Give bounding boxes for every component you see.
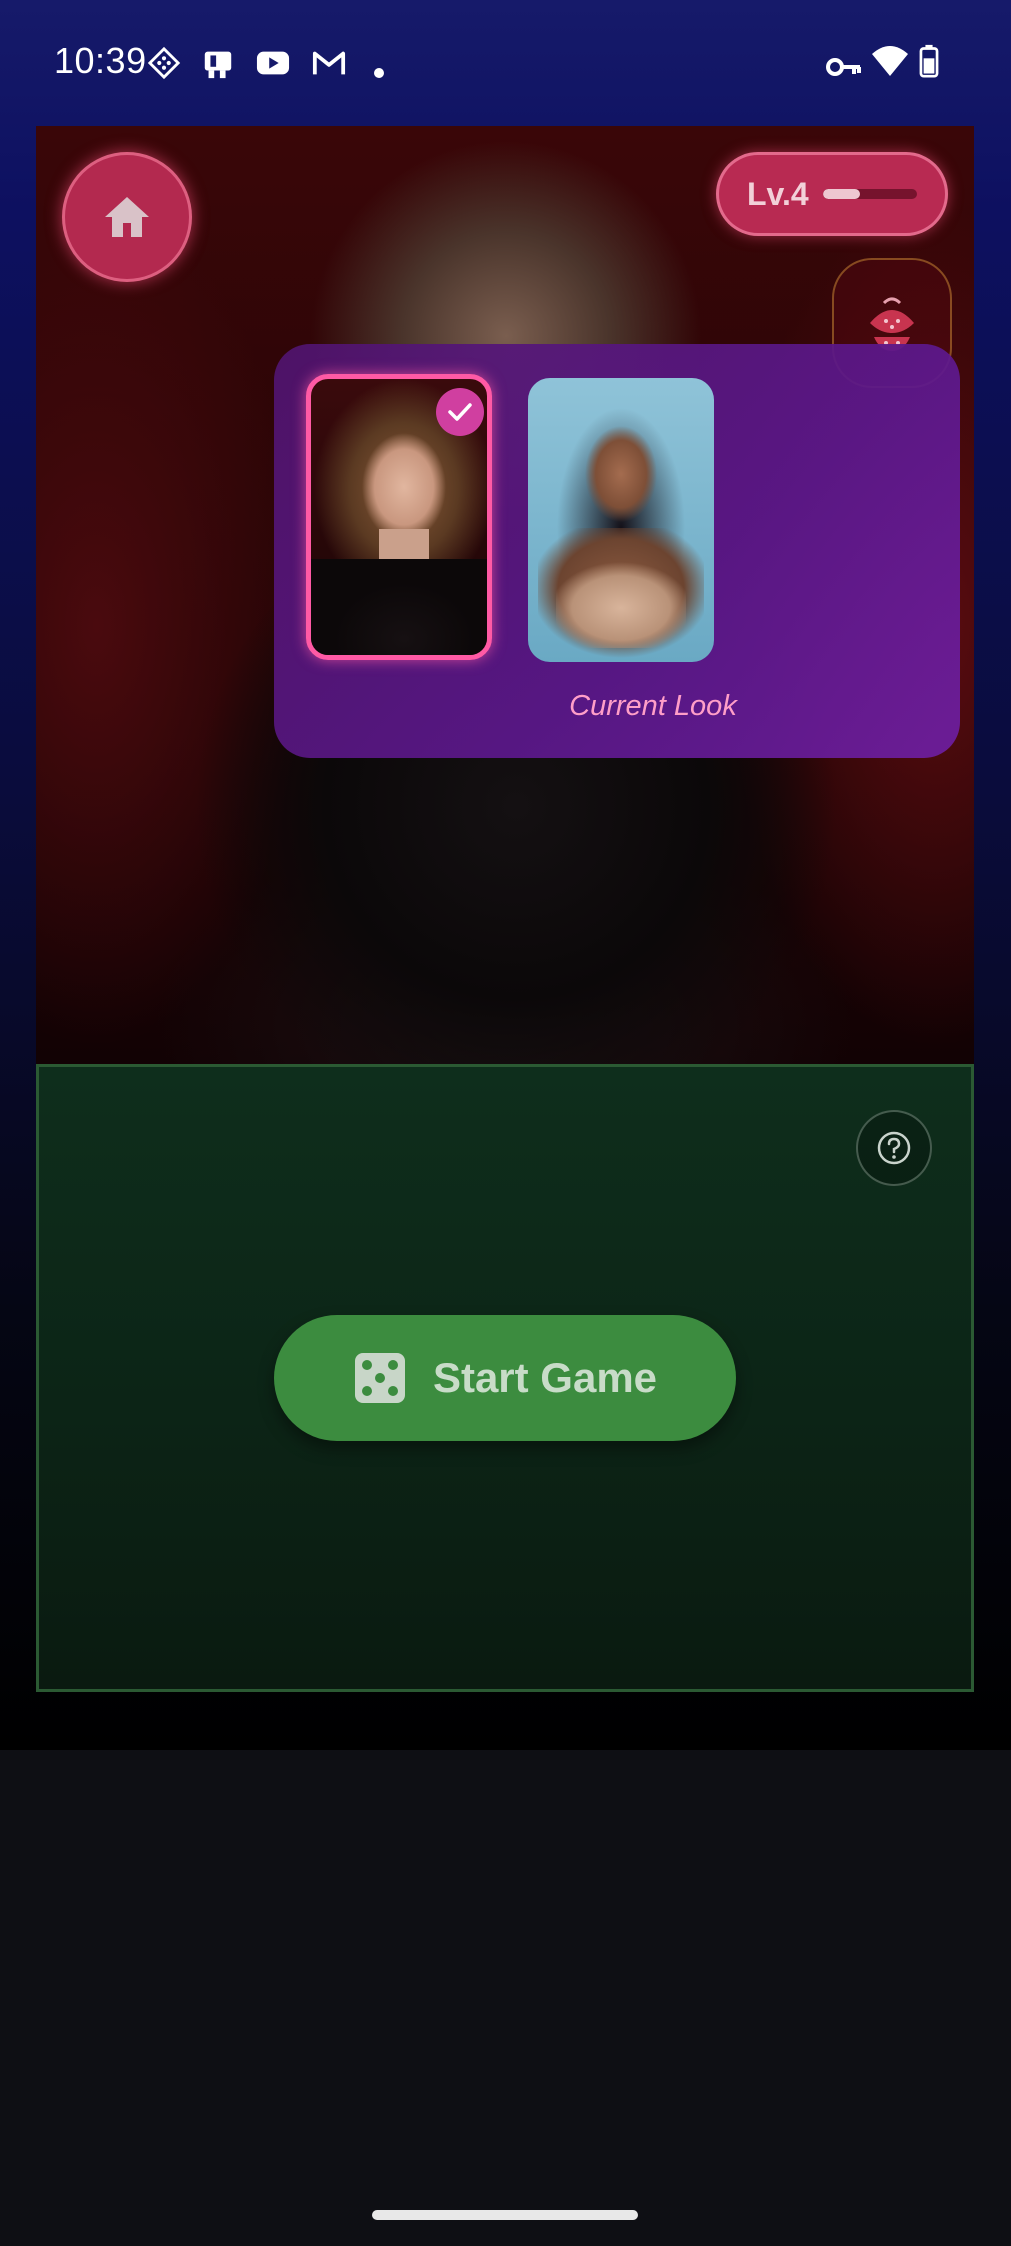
look-option-1-torso	[311, 559, 487, 655]
vpn-key-icon	[826, 58, 861, 76]
level-progress-fill	[822, 189, 861, 199]
battery-icon	[919, 44, 939, 78]
gesture-home-indicator[interactable]	[372, 2210, 638, 2220]
wifi-icon	[872, 46, 908, 76]
status-bar: 10:39	[0, 0, 1011, 128]
help-icon	[877, 1131, 911, 1165]
current-look-label: Current Look	[569, 690, 737, 722]
bottom-empty-area	[0, 1750, 1011, 2246]
look-option-2[interactable]	[528, 378, 714, 662]
status-time: 10:39	[54, 40, 147, 81]
level-progress-bar	[822, 189, 917, 199]
start-game-label: Start Game	[432, 1354, 658, 1401]
youtube-icon	[256, 51, 290, 75]
diamond-app-icon	[147, 46, 181, 80]
dice-icon	[354, 1353, 405, 1403]
level-label: Lv.4	[747, 175, 809, 212]
checkmark-icon	[448, 403, 472, 421]
dot-icon	[374, 68, 384, 78]
level-indicator[interactable]: Lv.4	[716, 152, 948, 236]
gmail-icon	[312, 51, 346, 75]
look-selector-panel: Current Look	[274, 344, 960, 758]
look-option-2-top	[556, 558, 686, 648]
home-icon	[105, 197, 149, 237]
help-button[interactable]	[856, 1110, 932, 1186]
home-button[interactable]	[62, 152, 192, 282]
news-icon	[204, 51, 232, 79]
start-game-button[interactable]: Start Game	[274, 1315, 736, 1441]
selected-check-badge	[436, 388, 484, 436]
